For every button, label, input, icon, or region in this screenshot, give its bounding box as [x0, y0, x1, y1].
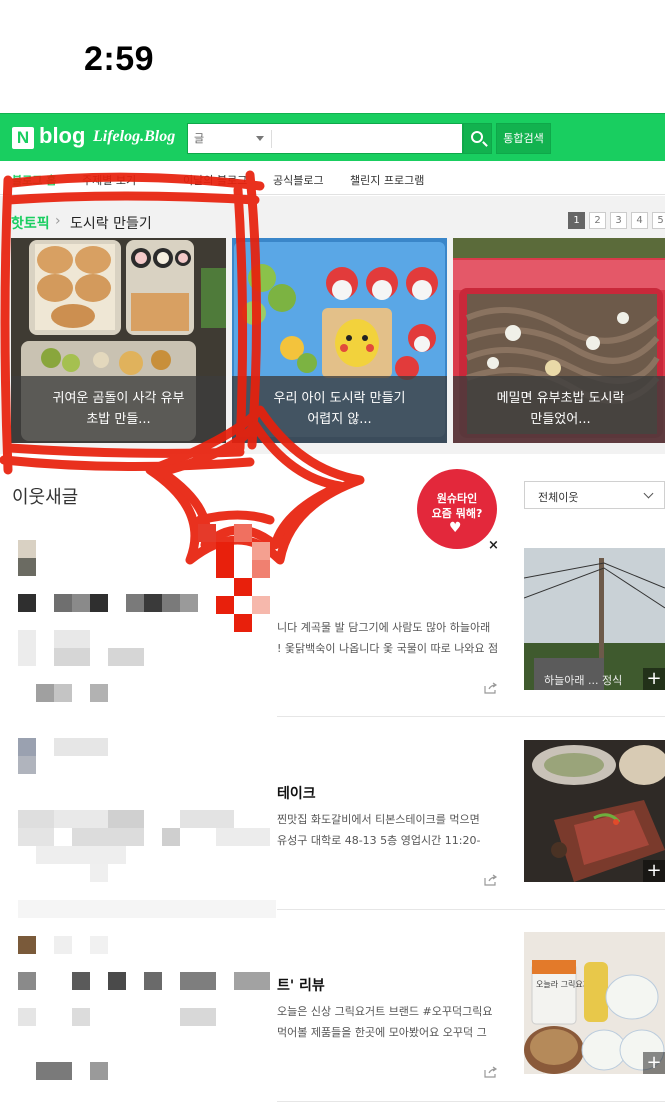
post-snippet-line2: ! 옻닭백숙이 나옵니다 옻 국물이 따로 나와요 점 [277, 642, 499, 655]
hot-topic-title[interactable]: 도시락 만들기 [70, 213, 152, 233]
chevron-right-icon: › [55, 213, 61, 229]
search-icon-handle [482, 141, 488, 147]
post-snippet-line1: 니다 계곡물 발 담그기에 사람도 많아 하늘아래 [277, 621, 491, 634]
card-caption-line2: 만들었어... [530, 412, 591, 427]
page-button-1[interactable]: 1 [568, 212, 585, 229]
heart-icon: ♥ [449, 520, 462, 536]
search-button[interactable] [463, 123, 492, 154]
page-button-3[interactable]: 3 [610, 212, 627, 229]
total-search-button[interactable]: 통합검색 [496, 123, 551, 154]
search-icon [471, 131, 483, 143]
filter-label: 전체이웃 [538, 491, 579, 504]
post-thumbnail[interactable]: 오늘라 그릭요거트 + [524, 932, 665, 1074]
neighbor-filter-select[interactable]: 전체이웃 [524, 481, 665, 509]
post-snippet[interactable]: 니다 계곡물 발 담그기에 사람도 많아 하늘아래 ! 옻닭백숙이 나옵니다 옻… [277, 617, 503, 659]
search-category-select[interactable]: 글 [194, 130, 204, 146]
red-pixel-blocks [198, 524, 270, 632]
card-caption-line1: 우리 아이 도시락 만들기 [273, 391, 406, 406]
page-button-2[interactable]: 2 [589, 212, 606, 229]
neighbor-posts-title: 이웃새글 [12, 487, 79, 508]
lifelog-logo[interactable]: Lifelog.Blog [93, 128, 175, 146]
promo-badge[interactable]: 원슈타인 요즘 뭐해? [417, 469, 497, 549]
hot-topic-card[interactable]: 귀여운 곰돌이 사각 유부 초밥 만들... [11, 238, 226, 443]
post-snippet[interactable]: 오늘은 신상 그릭요거트 브랜드 #오꾸덕그릭요 먹어볼 제품들을 한곳에 모아… [277, 1001, 503, 1043]
nav-item-blog-of-month[interactable]: 이달의 블로그 [183, 172, 247, 188]
post-snippet-line1: 오늘은 신상 그릭요거트 브랜드 #오꾸덕그릭요 [277, 1005, 493, 1018]
divider [277, 1101, 665, 1102]
nav-item-blog-home[interactable]: 블로그 홈 [12, 172, 56, 188]
post-title[interactable]: 테이크 [277, 783, 316, 803]
card-caption-line1: 메밀면 유부초밥 도시락 [496, 391, 625, 406]
add-icon[interactable]: + [643, 860, 665, 882]
nav-item-topics[interactable]: 주제별 보기 [82, 172, 136, 188]
add-icon[interactable]: + [643, 1052, 665, 1074]
card-caption-line1: 귀여운 곰돌이 사각 유부 [52, 391, 185, 406]
promo-line1: 원슈타인 [436, 492, 478, 505]
post-title[interactable]: 트' 리뷰 [277, 975, 325, 995]
divider [277, 716, 665, 717]
hot-topic-card[interactable]: 우리 아이 도시락 만들기 어렵지 않... [232, 238, 447, 443]
hot-topic-label[interactable]: 핫토픽 [11, 213, 50, 233]
page-button-5[interactable]: 5 [652, 212, 665, 229]
share-icon[interactable] [484, 1066, 498, 1078]
blog-logo[interactable]: blog [39, 123, 85, 149]
chevron-down-icon [256, 136, 264, 141]
post-snippet-line1: 찐맛집 화도갈비에서 티본스테이크를 먹으면 [277, 813, 480, 826]
card-caption-line2: 어렵지 않... [307, 412, 372, 427]
add-icon[interactable]: + [643, 668, 665, 690]
post-snippet-line2: 유성구 대학로 48-13 5층 영업시간 11:20- [277, 834, 481, 847]
card-caption: 우리 아이 도시락 만들기 어렵지 않... [232, 376, 447, 443]
share-icon[interactable] [484, 682, 498, 694]
chevron-down-icon [643, 488, 654, 499]
card-caption-line2: 초밥 만들... [86, 412, 151, 427]
hot-topic-card[interactable]: 메밀면 유부초밥 도시락 만들었어... [453, 238, 665, 443]
post-thumbnail[interactable]: + [524, 740, 665, 882]
close-icon[interactable]: × [488, 538, 499, 553]
post-snippet[interactable]: 찐맛집 화도갈비에서 티본스테이크를 먹으면 유성구 대학로 48-13 5층 … [277, 809, 503, 851]
main-nav: 블로그 홈 주제별 보기 이달의 블로그 공식블로그 챌린지 프로그램 [0, 161, 665, 195]
divider [277, 909, 665, 910]
share-icon[interactable] [484, 874, 498, 886]
naver-logo-icon[interactable]: N [12, 127, 34, 149]
nav-item-challenge[interactable]: 챌린지 프로그램 [350, 172, 424, 188]
header: N blog Lifelog.Blog 글 통합검색 [0, 113, 665, 161]
card-caption: 귀여운 곰돌이 사각 유부 초밥 만들... [11, 376, 226, 443]
page-button-4[interactable]: 4 [631, 212, 648, 229]
status-time: 2:59 [84, 40, 155, 78]
post-thumbnail[interactable]: 하늘아래 ... 정식 + [524, 548, 665, 690]
search-input[interactable]: 글 [187, 123, 463, 154]
naver-blog-screen: 2:59 N blog Lifelog.Blog 글 통합검색 블로그 홈 주제… [0, 0, 665, 1116]
post-snippet-line2: 먹어볼 제품들을 한곳에 모아봤어요 오꾸덕 그 [277, 1026, 487, 1039]
nav-item-official-blog[interactable]: 공식블로그 [273, 172, 324, 188]
thumbnail-text: 하늘아래 ... 정식 [544, 673, 622, 687]
card-caption: 메밀면 유부초밥 도시락 만들었어... [453, 376, 665, 443]
divider [271, 130, 272, 148]
promo-line2: 요즘 뭐해? [431, 507, 483, 520]
